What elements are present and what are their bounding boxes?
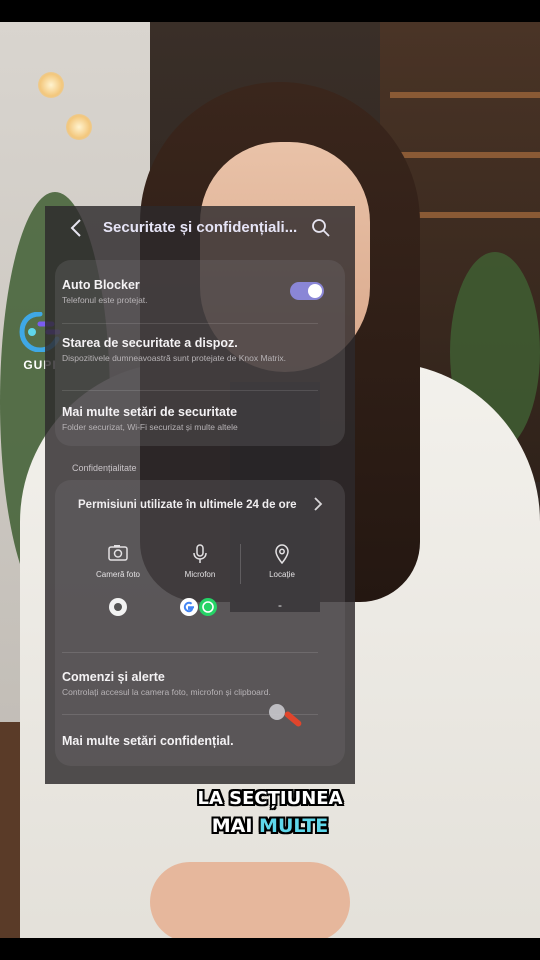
caption-line-1: LA SECȚIUNEA: [197, 788, 343, 809]
controls-and-alerts-subtitle: Controlați accesul la camera foto, micro…: [62, 687, 271, 697]
more-privacy-settings-title: Mai multe setări confidențial.: [62, 734, 234, 748]
auto-blocker-title: Auto Blocker: [62, 278, 140, 292]
device-security-status-title: Starea de securitate a dispoz.: [62, 336, 238, 350]
microphone-permission[interactable]: Microfon: [165, 544, 235, 579]
more-security-settings-title: Mai multe setări de securitate: [62, 405, 238, 419]
more-privacy-settings-item[interactable]: Mai multe setări confidențial.: [62, 734, 322, 749]
microphone-icon: [165, 544, 235, 566]
divider: [62, 652, 318, 653]
location-no-apps: -: [278, 598, 282, 612]
search-icon[interactable]: [311, 218, 331, 238]
more-security-settings-subtitle: Folder securizat, Wi-Fi securizat și mul…: [62, 422, 238, 432]
caption-line-2: MAI MULTE: [0, 815, 540, 837]
auto-blocker-subtitle: Telefonul este protejat.: [62, 295, 148, 305]
device-security-status-subtitle: Dispozitivele dumneavoastră sunt proteja…: [62, 353, 286, 363]
chevron-left-icon[interactable]: [69, 218, 87, 238]
auto-blocker-toggle[interactable]: [290, 282, 324, 300]
google-app-icon[interactable]: [180, 598, 198, 616]
privacy-section-label: Confidențialitate: [72, 463, 137, 473]
camera-label: Cameră foto: [95, 570, 141, 579]
divider: [62, 323, 318, 324]
caption-highlight-word: MULTE: [259, 815, 329, 837]
toggle-knob: [308, 284, 322, 298]
chevron-right-icon[interactable]: [313, 496, 323, 517]
more-security-settings-item[interactable]: Mai multe setări de securitate Folder se…: [62, 405, 322, 433]
column-separator: [240, 544, 241, 584]
camera-icon: [83, 544, 153, 566]
location-label: Locație: [269, 570, 295, 579]
touch-indicator: [269, 704, 285, 720]
whatsapp-app-icon[interactable]: [199, 598, 217, 616]
microphone-label: Microfon: [184, 570, 216, 579]
location-permission[interactable]: Locație: [247, 544, 317, 579]
settings-screen: Securitate și confidențiali... Auto Bloc…: [45, 206, 355, 784]
camera-permission[interactable]: Cameră foto: [83, 544, 153, 579]
permissions-used-24h-item[interactable]: Permisiuni utilizate în ultimele 24 de o…: [78, 499, 328, 511]
lamp-light: [66, 114, 92, 140]
person-hands: [150, 862, 350, 938]
lamp-light: [38, 72, 64, 98]
device-security-status-item[interactable]: Starea de securitate a dispoz. Dispoziti…: [62, 336, 322, 364]
auto-blocker-item[interactable]: Auto Blocker Telefonul este protejat.: [62, 278, 322, 306]
location-pin-icon: [247, 544, 317, 566]
controls-and-alerts-title: Comenzi și alerte: [62, 670, 165, 684]
controls-and-alerts-item[interactable]: Comenzi și alerte Controlați accesul la …: [62, 670, 322, 698]
caption-word: MAI: [211, 815, 253, 837]
app-header: Securitate și confidențiali...: [45, 206, 355, 250]
shelf-board: [390, 152, 540, 158]
camera-app-icon[interactable]: [109, 598, 127, 616]
divider: [62, 390, 318, 391]
shelf-board: [390, 92, 540, 98]
page-title: Securitate și confidențiali...: [103, 219, 298, 236]
